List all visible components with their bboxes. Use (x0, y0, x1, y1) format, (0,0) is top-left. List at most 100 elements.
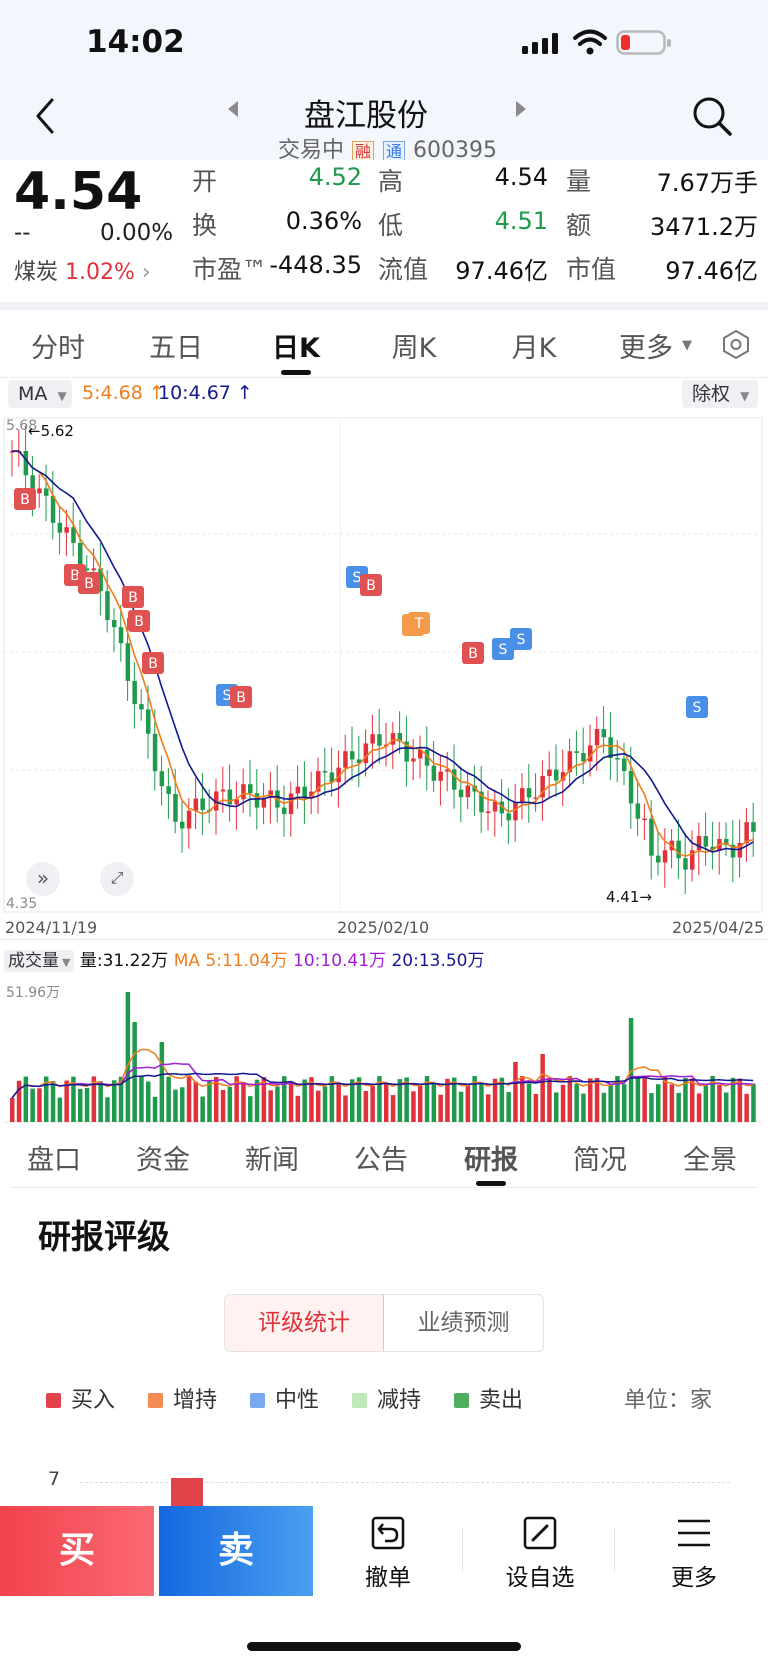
volume-bar (316, 1090, 321, 1122)
ma5-value: 5:4.68 ↑ (82, 382, 165, 404)
back-arrow-icon[interactable] (30, 96, 60, 136)
candle-body (390, 733, 396, 745)
trade-badge: B (462, 642, 484, 664)
sell-button[interactable]: 卖 (159, 1506, 313, 1596)
indicator-selector[interactable]: MA ▼ (8, 380, 72, 408)
rating-bar-buy (171, 1478, 203, 1508)
prev-stock-icon[interactable] (226, 100, 240, 118)
volume-bar (506, 1092, 511, 1122)
sector-link[interactable]: 煤炭 1.02% › (14, 254, 151, 286)
candle-body (350, 751, 355, 760)
settings-hexagon-icon[interactable] (720, 328, 752, 360)
kline-chart[interactable]: BBBBBBSBSBTTBSSS (0, 414, 768, 934)
chart-tab[interactable]: 日K (256, 326, 336, 365)
legend-swatch (148, 1393, 163, 1408)
function-tab[interactable]: 新闻 (232, 1138, 312, 1177)
volume-value: 量:31.22万 (79, 951, 169, 971)
chart-tab[interactable]: 五日 (136, 326, 216, 365)
function-tab[interactable]: 盘口 (14, 1138, 94, 1177)
rating-stats-tab[interactable]: 评级统计 (225, 1295, 384, 1351)
trade-badge: B (78, 572, 100, 594)
quote-panel: 4.54 -- 0.00% 煤炭 1.02% › 开 4.52 高 4.54 量 7.67… (0, 160, 768, 308)
candle-body (642, 818, 647, 821)
volume-bar (370, 1086, 375, 1122)
volume-chart[interactable] (0, 978, 768, 1124)
search-icon[interactable] (690, 94, 736, 140)
chart-tab[interactable]: 月K (494, 326, 574, 365)
candle-body (370, 734, 375, 744)
candle-body (118, 627, 124, 644)
function-tab[interactable]: 全景 (670, 1138, 750, 1177)
candle-body (180, 821, 185, 829)
volume-bar (200, 1096, 205, 1122)
function-tab[interactable]: 资金 (123, 1138, 203, 1177)
candle-body (91, 568, 97, 571)
badge-letter: B (134, 614, 144, 630)
more-label: 更多 (671, 1565, 717, 1591)
candle-body (635, 803, 641, 819)
volume-bar (574, 1083, 579, 1122)
chart-tab[interactable]: 分时 (18, 326, 98, 365)
menu-icon (678, 1519, 710, 1547)
volume-bar (384, 1082, 389, 1122)
volume-bar (180, 1087, 185, 1122)
volume-bar (30, 1088, 35, 1122)
buy-button[interactable]: 买 (0, 1506, 154, 1596)
stat-value: 97.46亿 (665, 257, 758, 285)
badge-letter: B (236, 690, 246, 706)
fullscreen-icon[interactable]: ⤢ (100, 862, 134, 896)
earnings-forecast-tab[interactable]: 业绩预测 (384, 1295, 543, 1351)
chart-tab[interactable]: 更多 (606, 326, 686, 365)
candle-body (64, 527, 69, 533)
volume-bar (513, 1062, 518, 1122)
chart-tab[interactable]: 周K (374, 326, 454, 365)
function-tab[interactable]: 公告 (341, 1138, 421, 1177)
stat-label: 额 (566, 211, 592, 240)
cancel-order-button[interactable]: 撤单 (318, 1506, 458, 1596)
function-tab[interactable]: 研报 (451, 1138, 531, 1177)
stat-value: 97.46亿 (455, 257, 548, 285)
date-label-end: 2025/04/25 (672, 918, 765, 937)
candle-body (282, 807, 287, 814)
volume-selector[interactable]: 成交量 ▼ (4, 950, 75, 972)
badge-letter: B (366, 578, 376, 594)
volume-ma20: 20:13.50万 (391, 951, 485, 971)
stat-label: 量 (566, 167, 592, 196)
volume-bar (486, 1094, 491, 1122)
add-watchlist-button[interactable]: 设自选 (466, 1506, 614, 1596)
indicator-label: MA (18, 383, 48, 405)
candle-body (322, 771, 328, 773)
volume-bar (132, 1022, 137, 1122)
function-tab[interactable]: 简况 (560, 1138, 640, 1177)
legend-item: 中性 (250, 1382, 319, 1414)
active-tab-indicator (281, 370, 311, 375)
volume-bar (533, 1093, 539, 1122)
date-label-start: 2024/11/19 (5, 918, 98, 937)
more-button[interactable]: 更多 (620, 1506, 768, 1596)
candle-body (152, 733, 158, 772)
undo-order-icon (371, 1516, 405, 1550)
current-price: 4.54 (14, 162, 143, 222)
volume-bar (288, 1082, 294, 1122)
trade-badge: T (408, 612, 430, 634)
home-indicator (247, 1642, 521, 1651)
volume-bar (492, 1078, 498, 1122)
price-change: -- (14, 220, 31, 246)
candle-body (295, 786, 301, 794)
volume-bar (445, 1078, 450, 1122)
candle-body (159, 771, 165, 787)
badge-letter: S (517, 632, 526, 648)
volume-bar (540, 1054, 545, 1122)
volume-bar (594, 1078, 600, 1122)
edit-icon (523, 1516, 557, 1550)
volume-bar (173, 1089, 178, 1122)
volume-bar (350, 1079, 355, 1122)
adjust-selector[interactable]: 除权 ▼ (682, 380, 758, 408)
trade-badge: S (686, 696, 708, 718)
next-stock-icon[interactable] (514, 100, 528, 118)
research-title: 研报评级 (38, 1217, 170, 1256)
volume-bar (207, 1079, 212, 1122)
expand-panel-icon[interactable]: » (26, 862, 60, 896)
volume-bar (248, 1096, 253, 1122)
volume-bar (690, 1078, 695, 1122)
